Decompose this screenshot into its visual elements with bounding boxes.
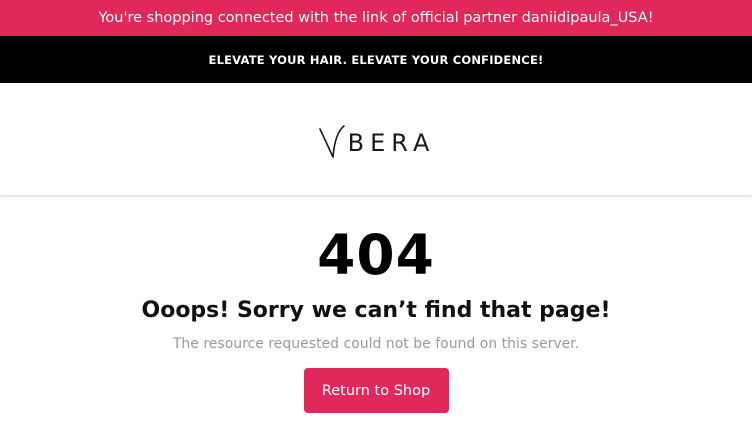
error-code: 404: [317, 223, 435, 287]
ybera-logo-icon: [318, 125, 345, 158]
ybera-logo-link[interactable]: BERA: [317, 123, 436, 159]
error-page-content: 404 Ooops! Sorry we can’t find that page…: [0, 195, 752, 441]
site-header: BERA: [0, 83, 752, 195]
logo-wordmark: BERA: [347, 129, 436, 157]
error-description: The resource requested could not be foun…: [172, 336, 580, 352]
promo-banner-text: ELEVATE YOUR HAIR. ELEVATE YOUR CONFIDEN…: [208, 52, 544, 67]
return-to-shop-button[interactable]: Return to Shop: [303, 368, 449, 413]
partner-announcement-text: You're shopping connected with the link …: [98, 10, 654, 26]
error-title: Ooops! Sorry we can’t find that page!: [141, 298, 611, 323]
partner-announcement-bar: You're shopping connected with the link …: [0, 0, 752, 36]
promo-banner: ELEVATE YOUR HAIR. ELEVATE YOUR CONFIDEN…: [0, 36, 752, 83]
